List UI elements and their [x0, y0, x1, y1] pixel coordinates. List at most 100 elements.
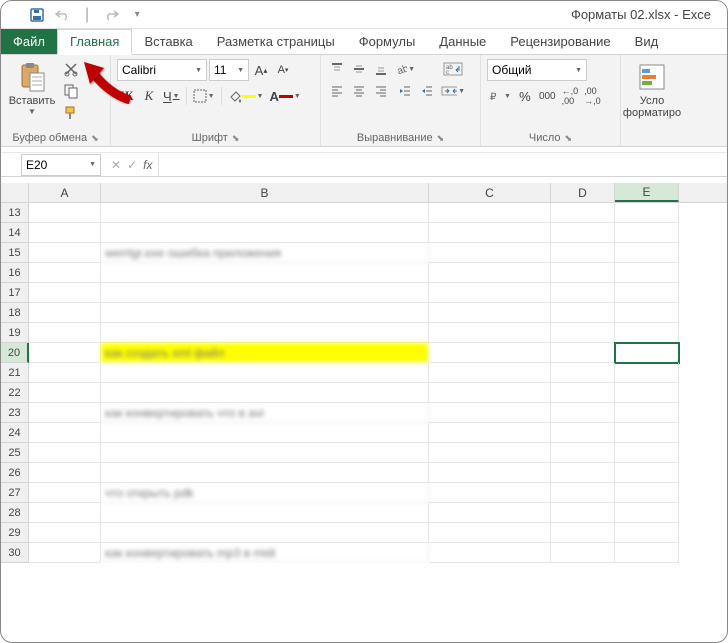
col-header-c[interactable]: C [429, 183, 551, 202]
cell[interactable] [551, 383, 615, 403]
enter-formula-icon[interactable]: ✓ [127, 158, 137, 172]
cell[interactable] [615, 343, 679, 363]
tab-view[interactable]: Вид [623, 29, 671, 54]
row-header[interactable]: 20 [1, 343, 29, 363]
italic-button[interactable]: К [139, 85, 159, 107]
cell[interactable] [29, 343, 101, 363]
cell[interactable] [101, 283, 429, 303]
undo-icon[interactable] [55, 7, 71, 23]
tab-home[interactable]: Главная [57, 29, 132, 55]
tab-review[interactable]: Рецензирование [498, 29, 622, 54]
tab-data[interactable]: Данные [427, 29, 498, 54]
col-header-a[interactable]: A [29, 183, 101, 202]
cell[interactable] [429, 323, 551, 343]
cell[interactable] [29, 243, 101, 263]
cell[interactable] [615, 303, 679, 323]
cell[interactable] [615, 403, 679, 423]
cancel-formula-icon[interactable]: ✕ [111, 158, 121, 172]
cell[interactable] [551, 363, 615, 383]
align-middle-button[interactable] [349, 59, 369, 79]
cell[interactable]: werrtgr.exe ошибка приложения [101, 243, 429, 263]
font-launcher-icon[interactable]: ⬊ [232, 133, 240, 144]
col-header-b[interactable]: B [101, 183, 429, 202]
cell[interactable] [551, 483, 615, 503]
font-size-combo[interactable]: 11▼ [209, 59, 249, 81]
wrap-text-button[interactable]: abc [441, 59, 465, 79]
cell[interactable] [429, 243, 551, 263]
cell[interactable] [615, 243, 679, 263]
align-right-button[interactable] [371, 81, 391, 101]
cell[interactable] [615, 443, 679, 463]
cell[interactable] [101, 363, 429, 383]
font-name-combo[interactable]: Calibri▼ [117, 59, 207, 81]
redo-icon[interactable] [103, 7, 119, 23]
cell[interactable] [429, 223, 551, 243]
cell[interactable] [551, 243, 615, 263]
cell[interactable] [29, 363, 101, 383]
copy-button[interactable] [61, 81, 81, 101]
number-launcher-icon[interactable]: ⬊ [565, 133, 573, 144]
cell[interactable] [101, 323, 429, 343]
name-box-dropdown-icon[interactable]: ▼ [89, 161, 96, 168]
row-header[interactable]: 21 [1, 363, 29, 383]
cell[interactable] [551, 323, 615, 343]
decrease-decimal-button[interactable]: ,00→,0 [582, 85, 603, 107]
cell[interactable] [29, 483, 101, 503]
cell[interactable] [29, 463, 101, 483]
align-center-button[interactable] [349, 81, 369, 101]
cell[interactable] [29, 263, 101, 283]
align-bottom-button[interactable] [371, 59, 391, 79]
number-format-combo[interactable]: Общий▼ [487, 59, 587, 81]
tab-file[interactable]: Файл [1, 29, 57, 54]
cell[interactable] [615, 503, 679, 523]
increase-decimal-button[interactable]: ←,0,00 [560, 85, 581, 107]
cell[interactable] [551, 423, 615, 443]
tab-formulas[interactable]: Формулы [347, 29, 428, 54]
orientation-button[interactable]: ab▼ [395, 59, 415, 79]
cell[interactable] [615, 483, 679, 503]
row-header[interactable]: 25 [1, 443, 29, 463]
cell[interactable] [429, 403, 551, 423]
cell[interactable] [101, 523, 429, 543]
cell[interactable] [101, 263, 429, 283]
align-left-button[interactable] [327, 81, 347, 101]
cell[interactable] [29, 523, 101, 543]
row-header[interactable]: 14 [1, 223, 29, 243]
row-header[interactable]: 19 [1, 323, 29, 343]
percent-button[interactable]: % [515, 85, 535, 107]
increase-indent-button[interactable] [417, 81, 437, 101]
paste-button[interactable]: Вставить ▼ [7, 59, 57, 118]
cell[interactable] [29, 283, 101, 303]
cell[interactable] [29, 503, 101, 523]
fill-color-button[interactable]: ▼ [226, 85, 266, 107]
cell[interactable] [615, 383, 679, 403]
cell[interactable] [615, 523, 679, 543]
row-header[interactable]: 28 [1, 503, 29, 523]
cell[interactable] [429, 383, 551, 403]
cell[interactable] [29, 443, 101, 463]
select-all-corner[interactable] [1, 183, 29, 202]
cell[interactable] [551, 283, 615, 303]
cell[interactable] [429, 303, 551, 323]
cell[interactable] [429, 503, 551, 523]
accounting-format-button[interactable]: ₽▼ [487, 85, 513, 107]
cell[interactable] [101, 303, 429, 323]
qat-customize-icon[interactable]: ▾ [129, 7, 145, 23]
cell[interactable] [615, 263, 679, 283]
cell[interactable] [615, 543, 679, 563]
cell[interactable] [29, 423, 101, 443]
underline-button[interactable]: Ч▼ [161, 85, 182, 107]
tab-page-layout[interactable]: Разметка страницы [205, 29, 347, 54]
cell[interactable] [429, 283, 551, 303]
format-painter-button[interactable] [61, 103, 81, 123]
merge-button[interactable]: ▼ [441, 81, 465, 101]
cell[interactable] [101, 423, 429, 443]
cell[interactable] [101, 203, 429, 223]
formula-input[interactable] [159, 154, 727, 176]
cell[interactable] [429, 423, 551, 443]
row-header[interactable]: 27 [1, 483, 29, 503]
insert-function-button[interactable]: fx [143, 158, 152, 172]
cell[interactable] [101, 463, 429, 483]
cell[interactable] [29, 323, 101, 343]
conditional-formatting-button[interactable]: Услоформатиро [627, 59, 677, 121]
